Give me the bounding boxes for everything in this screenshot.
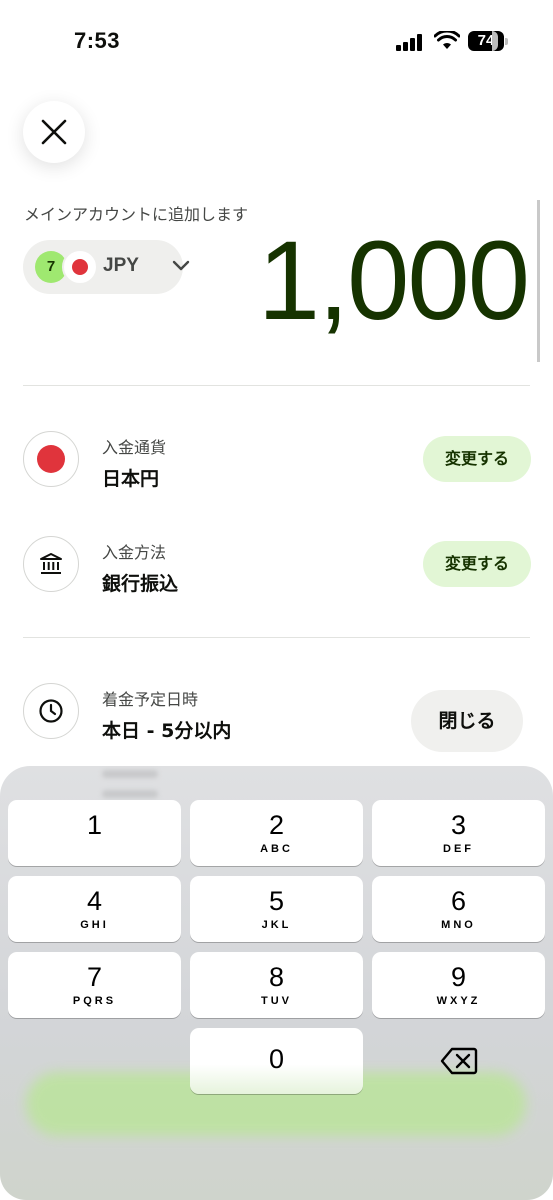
bank-icon (40, 553, 62, 574)
cellular-signal-icon (396, 33, 424, 51)
close-details-button[interactable]: 閉じる (411, 690, 523, 752)
status-bar: 7:53 74 (0, 0, 553, 80)
key-5[interactable]: 5 JKL (190, 876, 363, 942)
clock-icon-container (23, 683, 79, 739)
change-method-button[interactable]: 変更する (423, 541, 531, 587)
currency-code: JPY (103, 255, 139, 276)
key-0[interactable]: 0 (190, 1028, 363, 1094)
blurred-content (102, 790, 158, 798)
key-4[interactable]: 4 GHI (8, 876, 181, 942)
divider (23, 385, 530, 386)
numeric-keypad: 1 2 ABC 3 DEF 4 GHI 5 JKL 6 MNO 7 PQRS 8… (0, 766, 553, 1200)
key-3[interactable]: 3 DEF (372, 800, 545, 866)
add-to-account-label: メインアカウントに追加します (24, 205, 249, 224)
key-7[interactable]: 7 PQRS (8, 952, 181, 1018)
deposit-currency-value: 日本円 (102, 468, 160, 490)
arrival-label: 着金予定日時 (102, 690, 199, 709)
deposit-method-value: 銀行振込 (102, 573, 179, 595)
key-9[interactable]: 9 WXYZ (372, 952, 545, 1018)
deposit-currency-label: 入金通貨 (102, 438, 167, 457)
close-button[interactable] (23, 101, 85, 163)
amount-input[interactable]: 1,000 (258, 216, 530, 346)
chevron-down-icon (172, 260, 190, 271)
key-2[interactable]: 2 ABC (190, 800, 363, 866)
text-caret (537, 200, 540, 362)
key-1[interactable]: 1 (8, 800, 181, 866)
arrival-value: 本日 - 5分以内 (102, 720, 232, 742)
key-6[interactable]: 6 MNO (372, 876, 545, 942)
japan-flag-icon (62, 249, 98, 285)
backspace-button[interactable] (372, 1028, 545, 1094)
divider (23, 637, 530, 638)
battery-icon: 74 (468, 31, 508, 51)
currency-flag-icon (23, 431, 79, 487)
battery-level: 74 (468, 31, 504, 51)
status-time: 7:53 (74, 28, 121, 53)
backspace-icon (440, 1047, 477, 1075)
clock-icon (39, 699, 63, 723)
deposit-method-label: 入金方法 (102, 543, 167, 562)
currency-selector[interactable]: 7 JPY (23, 240, 190, 294)
key-8[interactable]: 8 TUV (190, 952, 363, 1018)
blurred-content (102, 770, 158, 778)
wifi-icon (434, 31, 460, 49)
bank-icon-container (23, 536, 79, 592)
japan-flag-icon (37, 445, 65, 473)
change-currency-button[interactable]: 変更する (423, 436, 531, 482)
close-icon (41, 119, 67, 145)
